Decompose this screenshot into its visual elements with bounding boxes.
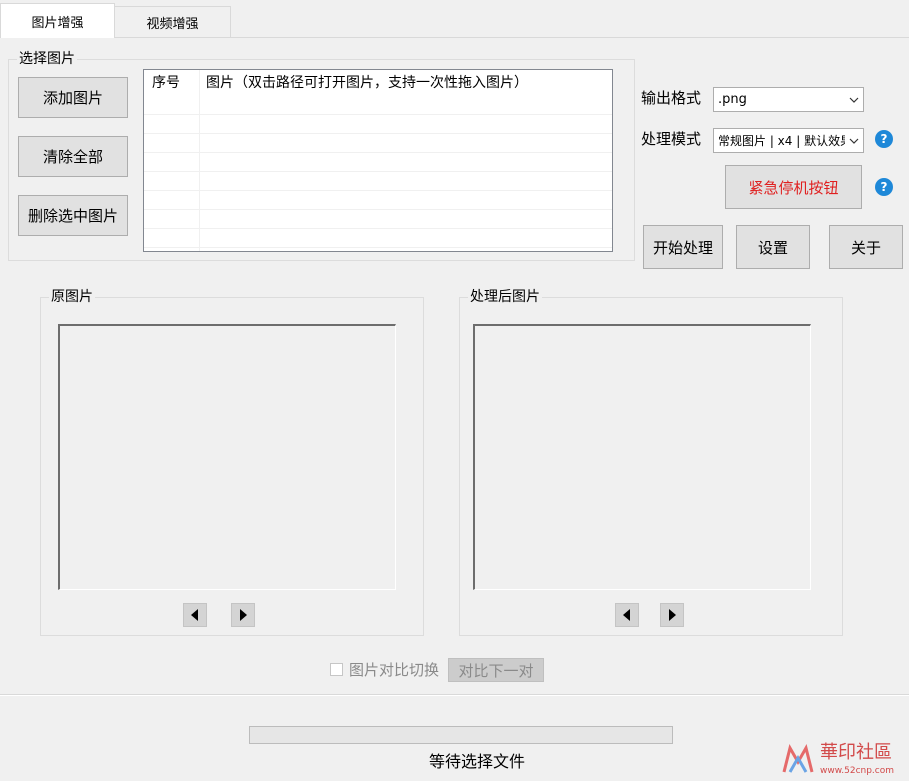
processed-next-button[interactable]: [660, 603, 684, 627]
original-image-title: 原图片: [49, 288, 95, 306]
watermark-logo-icon: [782, 744, 814, 773]
original-image-preview: [58, 324, 396, 590]
processing-mode-select[interactable]: 常规图片 | x4 | 默认效果: [713, 128, 864, 153]
watermark: 華印社區 www.52cnp.com: [780, 740, 909, 781]
processed-prev-button[interactable]: [615, 603, 639, 627]
column-header-image-path[interactable]: 图片（双击路径可打开图片，支持一次性拖入图片）: [206, 74, 528, 92]
watermark-text: 華印社區: [820, 742, 892, 763]
processed-image-preview: [473, 324, 811, 590]
delete-selected-button[interactable]: 删除选中图片: [18, 195, 128, 236]
emergency-stop-button[interactable]: 紧急停机按钮: [725, 165, 862, 209]
compare-toggle-label: 图片对比切换: [349, 661, 440, 679]
chevron-down-icon: [845, 129, 863, 152]
output-format-value: .png: [718, 92, 747, 107]
table-row: [144, 228, 612, 248]
table-row: [144, 114, 612, 134]
compare-next-pair-button[interactable]: 对比下一对: [448, 658, 544, 682]
select-images-group-title: 选择图片: [17, 50, 77, 68]
settings-button[interactable]: 设置: [736, 225, 810, 269]
triangle-right-icon: [240, 609, 247, 621]
output-format-label: 输出格式: [641, 89, 702, 107]
column-header-index[interactable]: 序号: [152, 74, 180, 92]
processed-image-title: 处理后图片: [468, 288, 542, 306]
table-row: [144, 133, 612, 153]
triangle-left-icon: [191, 609, 198, 621]
tab-video-enhance[interactable]: 视频增强: [114, 6, 231, 37]
tab-bar: 图片增强 视频增强: [0, 0, 909, 38]
start-processing-button[interactable]: 开始处理: [643, 225, 723, 269]
output-format-select[interactable]: .png: [713, 87, 864, 112]
tab-divider: [0, 37, 909, 38]
progress-bar: [249, 726, 673, 744]
table-row: [144, 152, 612, 172]
about-button[interactable]: 关于: [829, 225, 903, 269]
triangle-right-icon: [669, 609, 676, 621]
divider: [0, 695, 909, 696]
triangle-left-icon: [623, 609, 630, 621]
help-icon[interactable]: ?: [875, 178, 893, 196]
table-row: [144, 190, 612, 210]
original-prev-button[interactable]: [183, 603, 207, 627]
tab-image-enhance[interactable]: 图片增强: [0, 3, 115, 38]
help-icon[interactable]: ?: [875, 130, 893, 148]
chevron-down-icon: [845, 88, 863, 111]
watermark-url: www.52cnp.com: [820, 766, 895, 776]
add-image-button[interactable]: 添加图片: [18, 77, 128, 118]
original-next-button[interactable]: [231, 603, 255, 627]
processing-mode-value: 常规图片 | x4 | 默认效果: [718, 134, 845, 148]
clear-all-button[interactable]: 清除全部: [18, 136, 128, 177]
processing-mode-label: 处理模式: [641, 130, 702, 148]
table-row: [144, 209, 612, 229]
image-list-table[interactable]: 序号 图片（双击路径可打开图片，支持一次性拖入图片）: [143, 69, 613, 252]
table-row: [144, 95, 612, 115]
table-row: [144, 171, 612, 191]
compare-toggle-checkbox[interactable]: [330, 663, 343, 676]
status-text: 等待选择文件: [428, 752, 525, 771]
